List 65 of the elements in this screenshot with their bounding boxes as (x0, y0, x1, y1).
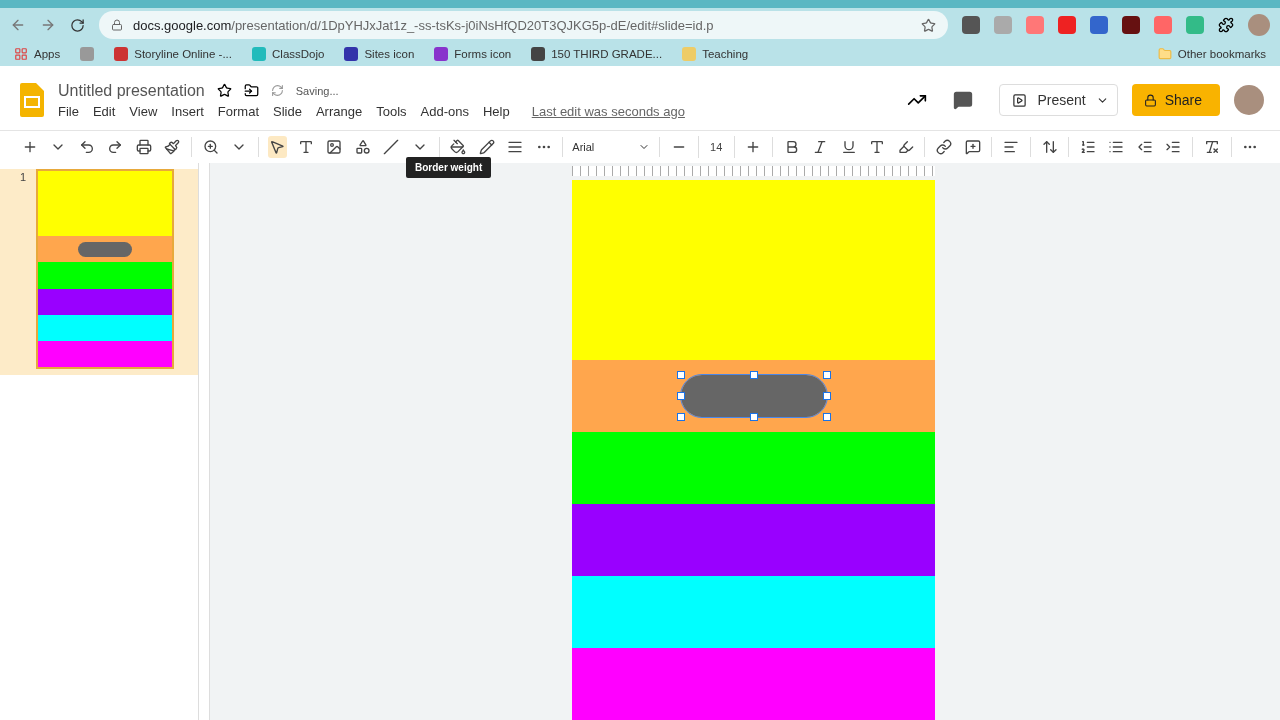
extensions-icon[interactable] (1218, 17, 1234, 33)
forward-icon[interactable] (40, 17, 56, 33)
extension-icon[interactable] (962, 16, 980, 34)
bookmark[interactable]: Other bookmarks (1157, 47, 1266, 61)
menu-item[interactable]: File (58, 103, 79, 119)
document-title[interactable]: Untitled presentation (58, 81, 205, 100)
extension-icon[interactable] (1090, 16, 1108, 34)
last-edit-link[interactable]: Last edit was seconds ago (531, 103, 685, 119)
move-folder-icon[interactable] (243, 83, 259, 98)
menu-item[interactable]: Help (482, 103, 510, 119)
lock-icon (1143, 93, 1157, 107)
font-size-field[interactable]: 14 (697, 136, 735, 158)
site-icon (682, 47, 697, 61)
rounded-shape (78, 241, 133, 257)
bookmark[interactable]: Teaching (682, 47, 749, 61)
menu-item[interactable]: Edit (92, 103, 116, 119)
bookmark-star-icon[interactable] (921, 17, 936, 33)
resize-handle[interactable] (676, 371, 685, 379)
sync-icon (270, 84, 284, 97)
bookmark[interactable]: ClassDojo (252, 47, 325, 61)
slide-number: 1 (20, 170, 27, 185)
bookmark[interactable]: Forms icon (434, 47, 512, 61)
resize-handle[interactable] (749, 371, 758, 379)
bookmark[interactable]: 150 THIRD GRADE... (531, 47, 663, 61)
play-icon (1012, 92, 1028, 108)
font-dropdown[interactable]: Arial (572, 141, 651, 153)
site-icon (252, 47, 266, 61)
resize-handle[interactable] (822, 413, 831, 421)
present-button[interactable]: Present (999, 84, 1118, 116)
select-icon[interactable] (267, 136, 288, 158)
resize-handle[interactable] (822, 392, 831, 400)
site-icon (114, 47, 129, 61)
menu-item[interactable]: Format (217, 103, 259, 119)
lock-icon (111, 19, 123, 31)
site-icon (344, 47, 359, 61)
resize-handle[interactable] (749, 413, 758, 421)
site-icon (80, 47, 95, 61)
menu-item[interactable]: Insert (171, 103, 204, 119)
bookmark[interactable]: Storyline Online -... (114, 47, 232, 61)
menu-item[interactable]: Add-ons (420, 103, 469, 119)
menu-item[interactable]: Tools (376, 103, 407, 119)
share-button[interactable]: Share (1131, 84, 1220, 116)
resize-handle[interactable] (822, 371, 831, 379)
menu-item[interactable]: Slide (273, 103, 302, 119)
extension-icon[interactable] (1122, 16, 1140, 34)
site-icon (434, 47, 449, 61)
apps-icon (14, 47, 28, 61)
resize-handle[interactable] (676, 413, 685, 421)
reload-icon[interactable] (70, 17, 85, 33)
menu-item[interactable]: Arrange (315, 103, 363, 119)
star-icon[interactable] (216, 83, 232, 98)
back-icon[interactable] (10, 17, 26, 33)
menu-item[interactable]: View (129, 103, 158, 119)
comments-icon[interactable] (953, 90, 974, 110)
profile-avatar[interactable] (1234, 85, 1264, 115)
url-text: docs.google.com/presentation/d/1DpYHJxJat1z_-ss-tsKs-j0iNsHfQD20T3QJKG5p-dE/edit#slide=id.p (133, 17, 714, 33)
site-icon (531, 47, 546, 61)
bookmark[interactable]: Sites icon (344, 47, 415, 61)
folder-icon (1157, 47, 1172, 61)
resize-handle[interactable] (676, 392, 685, 400)
tooltip: Border weight (406, 157, 492, 178)
bookmark[interactable]: Apps (14, 47, 61, 61)
address-bar[interactable]: docs.google.com/presentation/d/1DpYHJxJat1z_-ss-tsKs-j0iNsHfQD20T3QJKG5p-dE/edit#slide=id.p (99, 11, 948, 39)
slide-thumbnail[interactable] (36, 169, 174, 369)
save-status: Saving... (295, 84, 339, 97)
